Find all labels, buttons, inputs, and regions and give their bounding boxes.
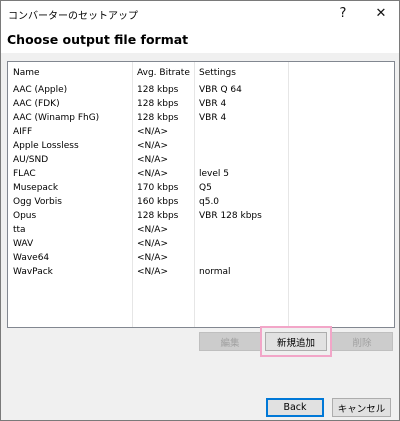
format-settings: normal xyxy=(199,267,231,277)
back-button[interactable]: Back xyxy=(266,398,324,417)
format-settings: level 5 xyxy=(199,169,229,179)
format-bitrate: 128 kbps xyxy=(137,113,179,123)
format-name: AIFF xyxy=(13,127,33,137)
table-row[interactable]: Musepack 170 kbps Q5 xyxy=(8,181,394,195)
format-bitrate: 128 kbps xyxy=(137,99,179,109)
format-list[interactable]: Name Avg. Bitrate Settings AAC (Apple) 12… xyxy=(7,61,395,328)
format-settings: q5.0 xyxy=(199,197,220,207)
format-name: Opus xyxy=(13,211,37,221)
format-name: WAV xyxy=(13,239,34,249)
converter-setup-dialog: コンバーターのセットアップ ? ✕ Choose output file for… xyxy=(0,0,400,421)
table-row[interactable]: AAC (FDK) 128 kbps VBR 4 xyxy=(8,97,394,111)
format-name: AAC (Winamp FhG) xyxy=(13,113,100,123)
format-bitrate: <N/A> xyxy=(137,239,169,249)
column-header-settings[interactable]: Settings xyxy=(199,66,236,80)
format-bitrate: <N/A> xyxy=(137,225,169,235)
table-row[interactable]: AIFF <N/A> xyxy=(8,125,394,139)
table-row[interactable]: WavPack <N/A> normal xyxy=(8,265,394,279)
column-header-bitrate[interactable]: Avg. Bitrate xyxy=(137,66,190,80)
format-name: Ogg Vorbis xyxy=(13,197,62,207)
format-bitrate: 170 kbps xyxy=(137,183,179,193)
table-row[interactable]: Wave64 <N/A> xyxy=(8,251,394,265)
help-button[interactable]: ? xyxy=(325,1,361,26)
cancel-button[interactable]: キャンセル xyxy=(332,398,391,417)
format-settings: Q5 xyxy=(199,183,212,193)
format-settings: VBR 4 xyxy=(199,113,227,123)
format-bitrate: <N/A> xyxy=(137,155,169,165)
format-settings: VBR 128 kbps xyxy=(199,211,262,221)
format-name: FLAC xyxy=(13,169,36,179)
close-button[interactable]: ✕ xyxy=(363,1,399,26)
title-bar: コンバーターのセットアップ ? ✕ xyxy=(1,1,399,26)
format-bitrate: <N/A> xyxy=(137,141,169,151)
window-title: コンバーターのセットアップ xyxy=(8,11,138,22)
column-header-name[interactable]: Name xyxy=(13,66,40,80)
table-row[interactable]: Apple Lossless <N/A> xyxy=(8,139,394,153)
table-row[interactable]: Ogg Vorbis 160 kbps q5.0 xyxy=(8,195,394,209)
format-settings: VBR Q 64 xyxy=(199,85,242,95)
table-row[interactable]: AU/SND <N/A> xyxy=(8,153,394,167)
format-name: Wave64 xyxy=(13,253,50,263)
highlight-frame xyxy=(260,326,332,357)
format-bitrate: 128 kbps xyxy=(137,85,179,95)
format-name: Musepack xyxy=(13,183,59,193)
table-row[interactable]: AAC (Winamp FhG) 128 kbps VBR 4 xyxy=(8,111,394,125)
table-row[interactable]: AAC (Apple) 128 kbps VBR Q 64 xyxy=(8,83,394,97)
format-settings: VBR 4 xyxy=(199,99,227,109)
format-name: tta xyxy=(13,225,26,235)
table-row[interactable]: FLAC <N/A> level 5 xyxy=(8,167,394,181)
format-bitrate: <N/A> xyxy=(137,253,169,263)
format-bitrate: <N/A> xyxy=(137,267,169,277)
header-band: Choose output file format xyxy=(1,26,399,53)
format-bitrate: 160 kbps xyxy=(137,197,179,207)
format-name: AAC (FDK) xyxy=(13,99,60,109)
page-title: Choose output file format xyxy=(7,32,189,47)
table-row[interactable]: WAV <N/A> xyxy=(8,237,394,251)
table-row[interactable]: Opus 128 kbps VBR 128 kbps xyxy=(8,209,394,223)
format-name: AU/SND xyxy=(13,155,49,165)
format-bitrate: <N/A> xyxy=(137,127,169,137)
edit-button[interactable]: 編集 xyxy=(199,332,261,351)
delete-button[interactable]: 削除 xyxy=(331,332,393,351)
format-bitrate: 128 kbps xyxy=(137,211,179,221)
format-name: Apple Lossless xyxy=(13,141,79,151)
table-row[interactable]: tta <N/A> xyxy=(8,223,394,237)
format-name: WavPack xyxy=(13,267,53,277)
format-bitrate: <N/A> xyxy=(137,169,169,179)
list-header: Name Avg. Bitrate Settings xyxy=(8,66,394,80)
format-name: AAC (Apple) xyxy=(13,85,68,95)
